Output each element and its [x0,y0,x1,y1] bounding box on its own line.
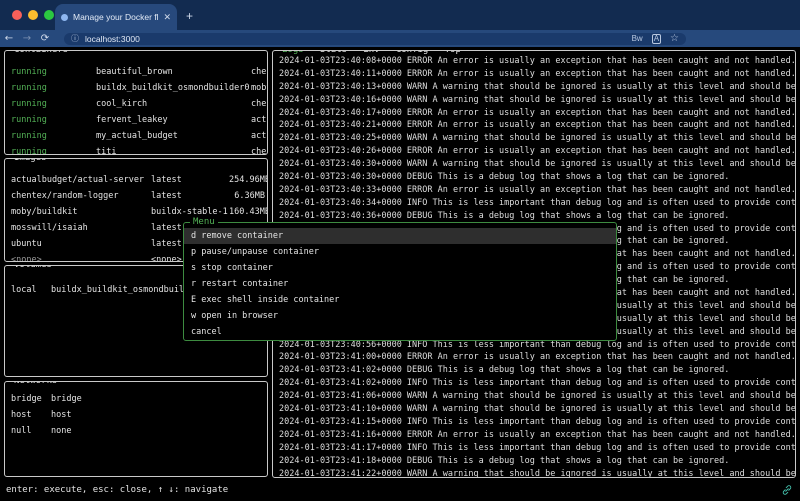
logs-tab-bar: Logs — Stats — Env — Config — Top [279,50,464,55]
translate-icon[interactable]: A [652,34,661,44]
network-row[interactable]: bridgebridge [5,391,268,407]
log-line: 2024-01-03T23:40:13+0000 WARN A warning … [279,81,795,94]
log-line: 2024-01-03T23:40:34+0000 INFO This is le… [279,197,795,210]
window-close-button[interactable] [12,10,22,20]
tab-close-icon[interactable]: ✕ [163,12,171,23]
window-minimize-button[interactable] [28,10,38,20]
log-line: 2024-01-03T23:40:16+0000 WARN A warning … [279,94,795,107]
container-row[interactable]: runningcool_kirchchentex/random-logger [5,96,268,112]
logs-tab-env[interactable]: Env [363,50,379,55]
images-panel-title: Images [11,158,50,163]
log-line: 2024-01-03T23:41:16+0000 ERROR An error … [279,429,795,442]
browser-toolbar: ← → ⟳ ⓘ localhost:3000 Bw A ☆ ⊞ ⊘ ⋮ [0,30,800,47]
logs-tab-config[interactable]: Config [396,50,429,55]
log-line: 2024-01-03T23:40:21+0000 ERROR An error … [279,119,795,132]
new-tab-button[interactable]: + [186,9,193,23]
menu-item[interactable]: d remove container [184,228,616,244]
menu-item[interactable]: s stop container [184,260,616,276]
log-line: 2024-01-03T23:40:30+0000 DEBUG This is a… [279,171,795,184]
log-line: 2024-01-03T23:40:30+0000 WARN A warning … [279,158,795,171]
log-line: 2024-01-03T23:41:00+0000 ERROR An error … [279,351,795,364]
container-row[interactable]: runningtitichentex/random-logger [5,144,268,155]
keybinding-hints: enter: execute, esc: close, ↑ ↓: navigat… [6,485,228,495]
containers-panel: Containers runningbeautiful_brownchentex… [4,50,268,155]
window-zoom-button[interactable] [44,10,54,20]
log-line: 2024-01-03T23:40:17+0000 ERROR An error … [279,107,795,120]
container-row[interactable]: runningmy_actual_budgetactualbudget/actu… [5,128,268,144]
container-row[interactable]: runningbeautiful_brownchentex/random-log… [5,64,268,80]
site-info-icon[interactable]: ⓘ [71,35,79,43]
volumes-panel-title: Volumes [11,265,55,270]
status-bar: enter: execute, esc: close, ↑ ↓: navigat… [0,481,800,501]
menu-item[interactable]: p pause/unpause container [184,244,616,260]
logs-tab-stats[interactable]: Stats [320,50,347,55]
log-line: 2024-01-03T23:41:10+0000 WARN A warning … [279,403,795,416]
forward-button[interactable]: → [18,33,36,44]
image-row[interactable]: chentex/random-loggerlatest6.36MB [5,188,268,204]
container-row[interactable]: runningbuildx_buildkit_osmondbuilder0mob… [5,80,268,96]
bookmark-star-icon[interactable]: ☆ [670,34,679,44]
log-line: 2024-01-03T23:41:02+0000 DEBUG This is a… [279,364,795,377]
log-line: 2024-01-03T23:41:17+0000 INFO This is le… [279,442,795,455]
log-line: 2024-01-03T23:41:18+0000 DEBUG This is a… [279,455,795,468]
tab-strip: Manage your Docker fleet wi ✕ + [0,0,800,30]
log-line: 2024-01-03T23:40:36+0000 DEBUG This is a… [279,210,795,223]
network-row[interactable]: nullnone [5,423,268,439]
log-line: 2024-01-03T23:41:22+0000 WARN A warning … [279,468,795,479]
log-line: 2024-01-03T23:40:11+0000 ERROR An error … [279,68,795,81]
container-action-menu: Menu d remove containerp pause/unpause c… [183,222,617,341]
networks-panel: Networks bridgebridgehosthostnullnone [4,381,268,477]
containers-panel-title: Containers [11,50,71,55]
image-row[interactable]: moby/buildkitbuildx-stable-1160.43MB [5,204,268,220]
menu-item[interactable]: E exec shell inside container [184,292,616,308]
menu-title: Menu [190,217,218,227]
address-bar[interactable]: ⓘ localhost:3000 Bw A ☆ [64,33,686,45]
container-row[interactable]: runningfervent_leakeyactualbudget/actual… [5,112,268,128]
logs-tab-top[interactable]: Top [445,50,461,55]
back-button[interactable]: ← [0,33,18,44]
log-line: 2024-01-03T23:40:25+0000 WARN A warning … [279,132,795,145]
image-row[interactable]: actualbudget/actual-serverlatest254.96MB [5,172,268,188]
reload-button[interactable]: ⟳ [36,33,54,44]
menu-item[interactable]: w open in browser [184,308,616,324]
browser-tab[interactable]: Manage your Docker fleet wi ✕ [55,4,177,30]
network-row[interactable]: hosthost [5,407,268,423]
connection-link-icon [781,484,793,496]
tab-favicon-icon [61,14,68,21]
networks-panel-title: Networks [11,381,60,386]
logs-tab-logs[interactable]: Logs [282,50,304,55]
menu-item[interactable]: cancel [184,324,616,340]
menu-item[interactable]: r restart container [184,276,616,292]
bitwarden-icon[interactable]: Bw [632,35,643,43]
isaiah-terminal: Containers runningbeautiful_brownchentex… [0,47,800,501]
log-line: 2024-01-03T23:41:06+0000 WARN A warning … [279,390,795,403]
log-line: 2024-01-03T23:40:26+0000 ERROR An error … [279,145,795,158]
log-line: 2024-01-03T23:40:33+0000 ERROR An error … [279,184,795,197]
url-text[interactable]: localhost:3000 [85,34,140,44]
browser-chrome: Manage your Docker fleet wi ✕ + ← → ⟳ ⓘ … [0,0,800,47]
log-line: 2024-01-03T23:40:08+0000 ERROR An error … [279,55,795,68]
tab-title: Manage your Docker fleet wi [73,12,158,22]
log-line: 2024-01-03T23:41:02+0000 INFO This is le… [279,377,795,390]
log-line: 2024-01-03T23:41:15+0000 INFO This is le… [279,416,795,429]
